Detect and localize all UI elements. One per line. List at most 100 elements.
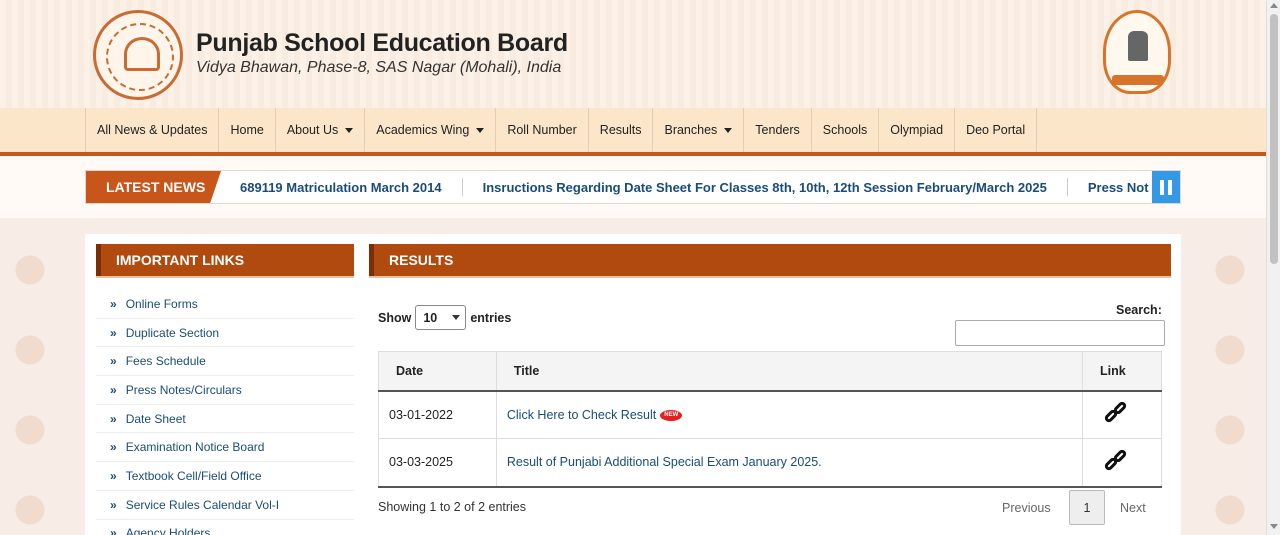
link-service-rules[interactable]: » Service Rules Calendar Vol-I [96,491,354,520]
table-row: 03-03-2025 Result of Punjabi Additional … [378,438,1162,488]
cell-date: 03-03-2025 [378,438,497,488]
nav-item-home[interactable]: Home [218,108,274,152]
link-label: Fees Schedule [125,354,206,369]
cell-link [1082,390,1162,439]
page-size-select[interactable]: 10 [415,305,467,330]
news-item[interactable]: Press Not [1068,178,1150,196]
page-scrollbar[interactable] [1266,0,1280,535]
news-item[interactable]: 689119 Matriculation March 2014 [230,178,463,196]
link-label: Press Notes/Circulars [125,382,242,397]
site-subtitle: Vidya Bhawan, Phase-8, SAS Nagar (Mohali… [196,59,562,76]
pause-ticker-button[interactable] [1152,171,1180,203]
link-online-forms[interactable]: » Online Forms [96,290,354,319]
link-label: Agency Holders [125,526,211,535]
site-header: Punjab School Education Board Vidya Bhaw… [0,0,1266,108]
link-label: Duplicate Section [125,325,220,340]
link-label: Service Rules Calendar Vol-I [125,497,280,512]
pause-icon [1168,179,1172,195]
page-1-button[interactable]: 1 [1069,490,1105,525]
pause-icon [1160,179,1164,195]
nav-item-label: Deo Portal [966,123,1026,137]
link-label: Online Forms [125,296,198,311]
raquo-icon: » [110,497,117,512]
raquo-icon: » [110,468,117,483]
nav-item-deo-portal[interactable]: Deo Portal [954,108,1038,152]
main-navigation: All News & Updates Home About Us Academi… [0,108,1266,156]
column-header-link[interactable]: Link [1082,351,1162,392]
nav-item-roll-number[interactable]: Roll Number [495,108,587,152]
cell-date: 03-01-2022 [378,390,497,439]
latest-news-label: LATEST NEWS [86,171,221,203]
column-header-title[interactable]: Title [495,351,1084,392]
raquo-icon: » [110,526,117,535]
scroll-up-icon[interactable] [1270,3,1278,8]
scroll-down-icon[interactable] [1270,524,1278,529]
site-title: Punjab School Education Board [196,29,568,57]
column-header-date[interactable]: Date [378,351,497,392]
link-label: Date Sheet [125,411,186,426]
nav-item-label: All News & Updates [97,123,208,137]
nav-item-schools[interactable]: Schools [810,108,878,152]
important-links-heading: IMPORTANT LINKS [96,244,354,276]
pseb-logo-icon[interactable] [93,10,183,100]
nav-item-label: Academics Wing [376,123,470,137]
chevron-down-icon [452,315,461,320]
nav-item-label: Schools [822,123,868,137]
nav-item-about-us[interactable]: About Us [274,108,364,152]
raquo-icon: » [110,325,117,340]
nav-item-label: Tenders [755,123,800,137]
caret-down-icon [724,127,733,133]
nav-item-all-news[interactable]: All News & Updates [85,108,218,152]
new-badge-icon: NEW [660,409,683,421]
raquo-icon: » [110,382,117,397]
nav-item-label: Olympiad [890,123,944,137]
nav-item-academics-wing[interactable]: Academics Wing [364,108,495,152]
table-header-row: Date Title Link [378,351,1162,392]
table-row: 03-01-2022 Click Here to Check Result NEW [378,390,1162,439]
previous-page-button[interactable]: Previous [1002,490,1051,525]
search-label: Search: [1116,303,1162,317]
news-ticker: 689119 Matriculation March 2014 Insructi… [230,171,1150,203]
link-agency-holders[interactable]: » Agency Holders [96,520,354,535]
caret-down-icon [345,127,354,133]
news-item[interactable]: Insructions Regarding Date Sheet For Cla… [463,178,1068,196]
results-table: Date Title Link 03-01-2022 Click Here to… [378,351,1162,488]
nav-menu: All News & Updates Home About Us Academi… [85,108,1038,152]
results-heading: RESULTS [369,244,1171,276]
chain-link-part [1112,447,1128,464]
link-textbook-cell[interactable]: » Textbook Cell/Field Office [96,462,354,491]
show-label: Show [378,310,412,325]
punjab-govt-emblem-icon [1103,10,1171,94]
raquo-icon: » [110,411,117,426]
cell-link [1082,438,1162,488]
page-size-control: Show 10 entries [378,305,511,330]
scrollbar-thumb[interactable] [1270,14,1278,264]
nav-item-label: Branches [664,123,718,137]
cell-title[interactable]: Result of Punjabi Additional Special Exa… [495,438,1084,488]
nav-item-label: Home [230,123,264,137]
nav-item-label: Results [599,123,642,137]
nav-item-tenders[interactable]: Tenders [743,108,810,152]
link-icon[interactable] [1102,399,1130,427]
next-page-button[interactable]: Next [1120,490,1146,525]
raquo-icon: » [110,296,117,311]
cell-title[interactable]: Click Here to Check Result NEW [495,390,1084,439]
nav-item-label: About Us [286,123,339,137]
result-title-link[interactable]: Result of Punjabi Additional Special Exa… [507,455,822,469]
search-input[interactable] [955,320,1165,346]
result-title-link[interactable]: Click Here to Check Result [507,408,656,422]
nav-item-olympiad[interactable]: Olympiad [878,108,954,152]
nav-item-branches[interactable]: Branches [652,108,743,152]
link-duplicate-section[interactable]: » Duplicate Section [96,319,354,348]
nav-item-results[interactable]: Results [587,108,653,152]
entries-label: entries [470,310,512,325]
link-exam-notice-board[interactable]: » Examination Notice Board [96,433,354,463]
link-fees-schedule[interactable]: » Fees Schedule [96,347,354,377]
caret-down-icon [476,127,485,133]
link-press-notes[interactable]: » Press Notes/Circulars [96,376,354,405]
nav-item-label: Roll Number [507,123,577,137]
raquo-icon: » [110,440,117,455]
link-date-sheet[interactable]: » Date Sheet [96,405,354,434]
link-icon[interactable] [1102,447,1130,475]
page-size-value: 10 [423,310,438,325]
